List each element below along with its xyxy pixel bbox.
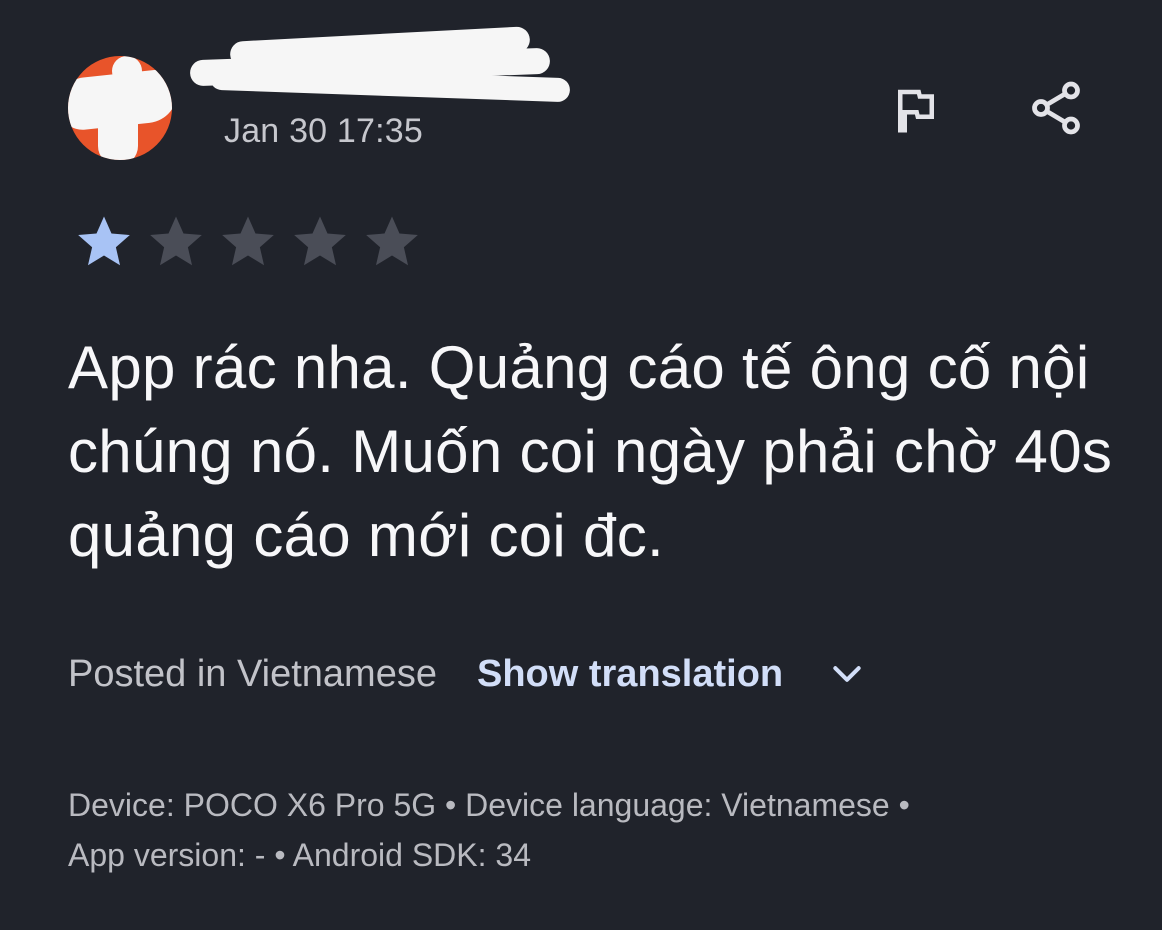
- chevron-down-icon: [833, 666, 861, 682]
- avatar-redaction-dot: [112, 56, 142, 86]
- star-empty-icon: [222, 216, 274, 266]
- device-info-line-2: App version: - • Android SDK: 34: [68, 837, 531, 873]
- device-info-line-1: Device: POCO X6 Pro 5G • Device language…: [68, 787, 910, 823]
- avatar: [68, 56, 172, 160]
- review-timestamp: Jan 30 17:35: [224, 112, 424, 150]
- show-translation-link[interactable]: Show translation: [477, 653, 783, 696]
- star-empty-icon: [366, 216, 418, 266]
- device-info: Device: POCO X6 Pro 5G • Device language…: [68, 780, 1128, 880]
- star-filled-icon: [78, 216, 130, 266]
- language-row: Posted in Vietnamese Show translation: [68, 646, 869, 702]
- flag-button[interactable]: [884, 78, 948, 142]
- star-empty-icon: [150, 216, 202, 266]
- posted-in-label: Posted in Vietnamese: [68, 652, 437, 695]
- flag-icon: [898, 89, 934, 133]
- expand-translation-button[interactable]: [825, 652, 869, 696]
- share-icon: [1032, 81, 1080, 135]
- share-button[interactable]: [1024, 76, 1088, 140]
- review-text: App rác nha. Quảng cáo tế ông cố nội chú…: [68, 334, 1113, 569]
- reviewer-name-redaction: [189, 26, 571, 103]
- star-rating: [70, 210, 426, 272]
- star-empty-icon: [294, 216, 346, 266]
- avatar-redaction-mark: [98, 96, 138, 160]
